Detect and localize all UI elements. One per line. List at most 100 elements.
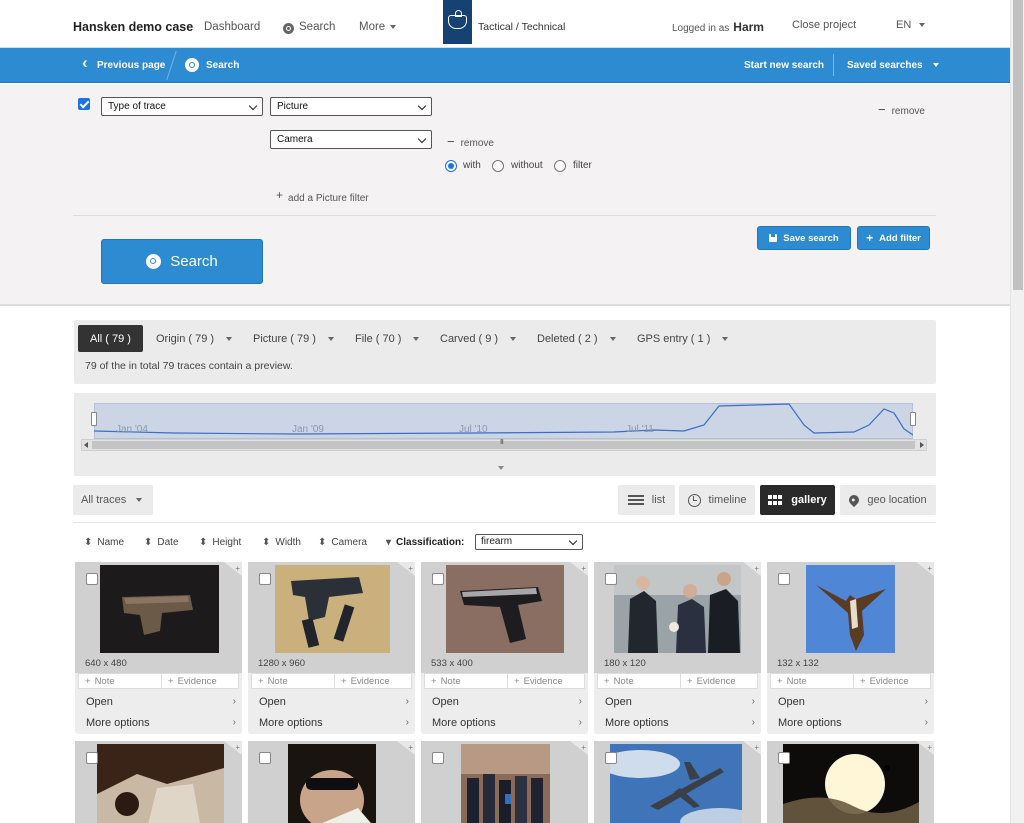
thumbnail-area[interactable]: + <box>767 741 934 823</box>
thumbnail-area[interactable]: + <box>75 741 242 823</box>
add-icon[interactable]: + <box>235 743 240 752</box>
open-link[interactable]: Open <box>605 696 632 708</box>
thumbnail-area[interactable]: + 640 x 480 <box>75 562 242 673</box>
tab-all[interactable]: All ( 79 ) <box>78 325 143 352</box>
open-link[interactable]: Open <box>778 696 805 708</box>
view-geo-button[interactable]: geo location <box>840 485 936 515</box>
select-checkbox[interactable] <box>605 573 617 585</box>
add-filter-button[interactable]: + Add filter <box>857 226 930 250</box>
radio-without[interactable] <box>492 160 504 172</box>
tab-deleted[interactable]: Deleted ( 2 ) <box>531 325 622 352</box>
nav-dashboard[interactable]: Dashboard <box>204 21 260 33</box>
add-evidence-button[interactable]: Evidence <box>853 674 909 688</box>
sort-name[interactable]: Name <box>84 537 124 548</box>
tab-origin[interactable]: Origin ( 79 ) <box>150 325 238 352</box>
search-button[interactable]: Search <box>101 239 263 284</box>
nav-more[interactable]: More <box>359 21 397 33</box>
select-checkbox[interactable] <box>259 752 271 764</box>
nav-search[interactable]: Search <box>299 21 335 33</box>
timeline-handle-left[interactable] <box>91 412 97 426</box>
select-checkbox[interactable] <box>778 573 790 585</box>
close-project-link[interactable]: Close project <box>792 19 856 31</box>
page-scrollbar[interactable] <box>1010 0 1024 823</box>
start-new-search-button[interactable]: Start new search <box>744 60 824 71</box>
select-checkbox[interactable] <box>605 752 617 764</box>
add-note-button[interactable]: Note <box>258 676 288 687</box>
select-checkbox[interactable] <box>432 752 444 764</box>
add-icon[interactable]: + <box>235 564 240 573</box>
timeline-scrollbar[interactable] <box>81 439 927 451</box>
add-icon[interactable]: + <box>927 743 932 752</box>
radio-with[interactable] <box>445 160 457 172</box>
picture-select[interactable]: Picture <box>270 97 432 116</box>
add-evidence-button[interactable]: Evidence <box>161 674 217 688</box>
open-link[interactable]: Open <box>432 696 459 708</box>
add-evidence-button[interactable]: Evidence <box>680 674 736 688</box>
select-checkbox[interactable] <box>778 752 790 764</box>
select-checkbox[interactable] <box>86 573 98 585</box>
save-search-button[interactable]: Save search <box>757 226 851 250</box>
more-options-link[interactable]: More options <box>432 717 496 729</box>
more-options-link[interactable]: More options <box>778 717 842 729</box>
add-icon[interactable]: + <box>581 743 586 752</box>
select-checkbox[interactable] <box>86 752 98 764</box>
tab-file[interactable]: File ( 70 ) <box>349 325 425 352</box>
add-note-button[interactable]: Note <box>604 676 634 687</box>
select-checkbox[interactable] <box>432 573 444 585</box>
add-icon[interactable]: + <box>408 564 413 573</box>
remove-camera-link[interactable]: remove <box>447 134 494 149</box>
all-traces-dropdown[interactable]: All traces <box>73 485 153 515</box>
add-icon[interactable]: + <box>408 743 413 752</box>
add-note-button[interactable]: Note <box>85 676 115 687</box>
sort-width[interactable]: Width <box>262 537 301 548</box>
view-list-button[interactable]: list <box>618 485 675 515</box>
open-link[interactable]: Open <box>86 696 113 708</box>
add-evidence-button[interactable]: Evidence <box>507 674 563 688</box>
more-options-link[interactable]: More options <box>259 717 323 729</box>
sort-height[interactable]: Height <box>199 537 241 548</box>
sort-camera[interactable]: Camera <box>318 537 367 548</box>
tab-carved[interactable]: Carved ( 9 ) <box>434 325 522 352</box>
more-options-link[interactable]: More options <box>86 717 150 729</box>
thumbnail-area[interactable]: + 533 x 400 <box>421 562 588 673</box>
tab-picture[interactable]: Picture ( 79 ) <box>247 325 340 352</box>
page-scrollbar-thumb[interactable] <box>1013 0 1023 290</box>
add-evidence-button[interactable]: Evidence <box>334 674 390 688</box>
case-title[interactable]: Hansken demo case <box>73 20 193 34</box>
open-link[interactable]: Open <box>259 696 286 708</box>
arrow-right-icon[interactable] <box>920 442 924 448</box>
thumbnail-area[interactable]: + 180 x 120 <box>594 562 761 673</box>
timeline-handle-right[interactable] <box>910 412 916 426</box>
add-picture-filter-link[interactable]: add a Picture filter <box>276 190 369 204</box>
thumbnail-area[interactable]: + 1280 x 960 <box>248 562 415 673</box>
add-note-button[interactable]: Note <box>777 676 807 687</box>
expand-timeline-icon[interactable] <box>498 466 504 470</box>
add-icon[interactable]: + <box>927 564 932 573</box>
view-timeline-label: timeline <box>708 494 747 506</box>
tab-gps-entry[interactable]: GPS entry ( 1 ) <box>631 325 734 352</box>
radio-filter[interactable] <box>554 160 566 172</box>
remove-filter-link[interactable]: remove <box>878 102 925 117</box>
add-note-button[interactable]: Note <box>431 676 461 687</box>
language-select[interactable]: EN <box>896 19 926 31</box>
sort-date[interactable]: Date <box>144 537 178 548</box>
thumbnail-area[interactable]: + <box>248 741 415 823</box>
timeline-scroll-thumb[interactable] <box>92 439 915 449</box>
arrow-left-icon[interactable] <box>84 442 88 448</box>
classification-select[interactable]: firearm <box>475 534 583 550</box>
camera-select[interactable]: Camera <box>270 130 432 149</box>
add-icon[interactable]: + <box>581 564 586 573</box>
add-icon[interactable]: + <box>754 564 759 573</box>
saved-searches-dropdown[interactable]: Saved searches <box>847 60 939 71</box>
filter-enabled-checkbox[interactable] <box>78 98 90 110</box>
add-icon[interactable]: + <box>754 743 759 752</box>
thumbnail-area[interactable]: + <box>421 741 588 823</box>
previous-page-link[interactable]: Previous page <box>82 53 165 73</box>
more-options-link[interactable]: More options <box>605 717 669 729</box>
select-checkbox[interactable] <box>259 573 271 585</box>
type-of-trace-select[interactable]: Type of trace <box>101 97 263 116</box>
thumbnail-area[interactable]: + <box>594 741 761 823</box>
thumbnail-area[interactable]: + 132 x 132 <box>767 562 934 673</box>
view-timeline-button[interactable]: timeline <box>679 485 755 515</box>
view-gallery-button[interactable]: gallery <box>760 485 835 515</box>
